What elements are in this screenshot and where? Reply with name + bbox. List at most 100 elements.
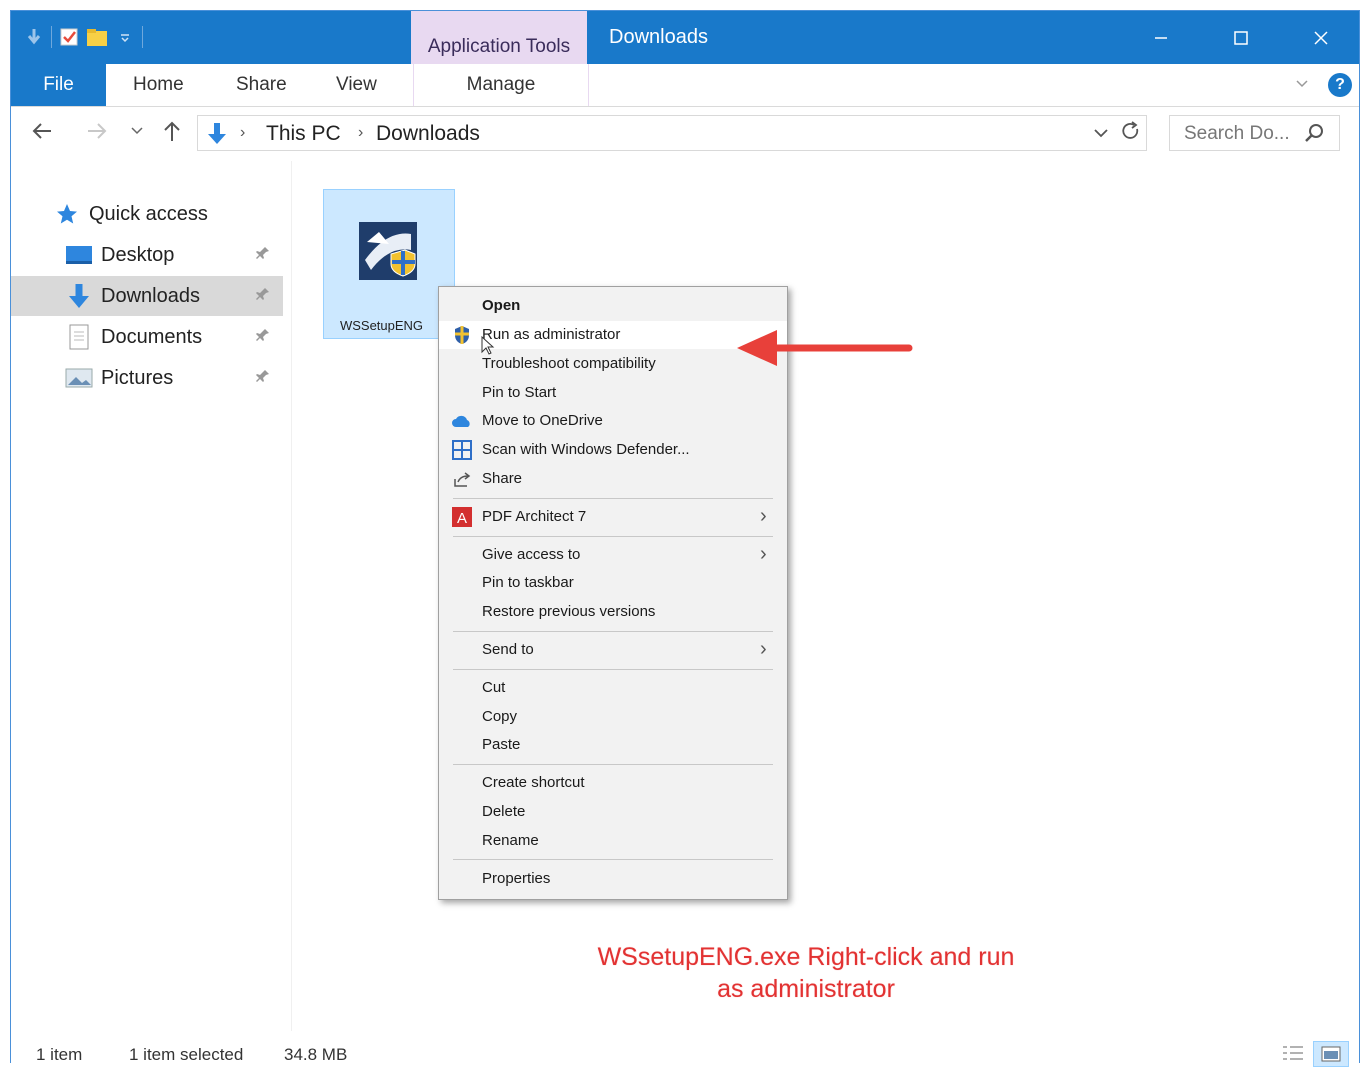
- quick-access-toolbar: [23, 22, 143, 52]
- submenu-chevron-icon: ›: [760, 638, 767, 660]
- menu-item-open[interactable]: Open: [439, 292, 787, 320]
- menu-item-label: Open: [482, 297, 521, 314]
- breadcrumb-downloads[interactable]: Downloads: [376, 122, 480, 146]
- pin-icon[interactable]: [255, 286, 271, 307]
- menu-item-share[interactable]: Share: [439, 465, 787, 493]
- menu-item-copy[interactable]: Copy: [439, 703, 787, 731]
- file-item[interactable]: WSSetupENG: [323, 189, 455, 339]
- search-placeholder: Search Do...: [1184, 123, 1290, 144]
- search-field[interactable]: Search Do...: [1169, 115, 1340, 151]
- properties-icon[interactable]: [23, 26, 45, 48]
- download-icon: [65, 282, 93, 310]
- breadcrumb-chevron-icon[interactable]: ›: [240, 124, 245, 142]
- setup-app-icon: [357, 220, 419, 282]
- download-arrow-icon: [204, 121, 230, 147]
- menu-item-delete[interactable]: Delete: [439, 798, 787, 826]
- explorer-window: Application Tools Downloads File Home Sh…: [10, 10, 1360, 1067]
- sidebar-item-label: Quick access: [89, 202, 208, 225]
- pane-divider[interactable]: [291, 161, 292, 1031]
- menu-item-label: Delete: [482, 803, 526, 820]
- menu-item-restore-previous-versions[interactable]: Restore previous versions: [439, 598, 787, 626]
- menu-item-properties[interactable]: Properties: [439, 865, 787, 893]
- selection-count: 1 item selected: [129, 1045, 244, 1064]
- close-icon: [1314, 30, 1328, 45]
- sidebar-item-downloads[interactable]: Downloads: [11, 276, 283, 316]
- close-button[interactable]: [1281, 11, 1361, 64]
- menu-item-label: Restore previous versions: [482, 603, 656, 620]
- pin-icon[interactable]: [255, 327, 271, 348]
- help-icon[interactable]: ?: [1328, 73, 1352, 97]
- back-arrow-icon[interactable]: [31, 120, 53, 149]
- large-icons-view-icon[interactable]: [1313, 1041, 1349, 1067]
- file-name: WSSetupENG: [339, 318, 424, 333]
- tab-manage[interactable]: Manage: [413, 64, 589, 106]
- menu-item-label: Rename: [482, 832, 539, 849]
- tab-view[interactable]: View: [336, 64, 377, 106]
- status-bar: 1 item 1 item selected 34.8 MB: [11, 1041, 1359, 1067]
- sidebar-item-documents[interactable]: Documents: [11, 317, 283, 357]
- menu-item-create-shortcut[interactable]: Create shortcut: [439, 769, 787, 797]
- refresh-icon[interactable]: [1120, 120, 1142, 150]
- recent-locations-chevron-icon[interactable]: [131, 125, 143, 139]
- tab-file[interactable]: File: [11, 64, 106, 106]
- breadcrumb-chevron-icon[interactable]: ›: [358, 124, 363, 142]
- menu-item-paste[interactable]: Paste: [439, 731, 787, 759]
- menu-item-cut[interactable]: Cut: [439, 674, 787, 702]
- sidebar-item-quick-access[interactable]: Quick access: [53, 194, 325, 234]
- menu-item-label: Copy: [482, 708, 518, 725]
- address-dropdown-chevron-icon[interactable]: [1094, 125, 1108, 142]
- menu-item-pdf-architect[interactable]: A PDF Architect 7 ›: [439, 503, 787, 531]
- uac-shield-icon: [451, 324, 473, 346]
- new-folder-icon[interactable]: [86, 26, 108, 48]
- menu-item-pin-to-start[interactable]: Pin to Start: [439, 379, 787, 407]
- menu-item-label: Send to: [482, 641, 534, 658]
- tab-share[interactable]: Share: [236, 64, 287, 106]
- menu-item-move-to-onedrive[interactable]: Move to OneDrive: [439, 407, 787, 435]
- submenu-chevron-icon: ›: [760, 543, 767, 565]
- title-bar: Application Tools Downloads: [11, 11, 1359, 64]
- minimize-button[interactable]: [1121, 11, 1201, 64]
- menu-item-label: Share: [482, 470, 523, 487]
- share-icon: [451, 468, 473, 490]
- tab-home[interactable]: Home: [133, 64, 184, 106]
- menu-item-label: Give access to: [482, 546, 581, 563]
- selection-size: 34.8 MB: [284, 1045, 348, 1064]
- menu-item-label: Scan with Windows Defender...: [482, 441, 690, 458]
- contextual-tab-application-tools[interactable]: Application Tools: [411, 11, 587, 64]
- maximize-icon: [1234, 30, 1248, 45]
- submenu-chevron-icon: ›: [760, 505, 767, 527]
- address-bar[interactable]: › This PC › Downloads: [197, 115, 1147, 151]
- pin-icon[interactable]: [255, 245, 271, 266]
- search-icon[interactable]: [1302, 121, 1326, 150]
- customize-chevron-icon[interactable]: [114, 26, 136, 48]
- sidebar-item-label: Desktop: [101, 243, 175, 266]
- menu-item-label: Create shortcut: [482, 774, 585, 791]
- minimize-icon: [1155, 36, 1167, 39]
- forward-arrow-icon[interactable]: [86, 120, 108, 149]
- sidebar-item-pictures[interactable]: Pictures: [11, 358, 283, 398]
- desktop-icon: [65, 241, 93, 269]
- sidebar-item-desktop[interactable]: Desktop: [11, 235, 283, 275]
- menu-item-give-access-to[interactable]: Give access to ›: [439, 541, 787, 569]
- pin-icon[interactable]: [255, 368, 271, 389]
- menu-item-label: Run as administrator: [482, 326, 621, 343]
- up-arrow-icon[interactable]: [161, 119, 183, 150]
- breadcrumb-this-pc[interactable]: This PC: [266, 122, 341, 146]
- expand-ribbon-chevron-icon[interactable]: [1296, 76, 1308, 92]
- menu-item-pin-to-taskbar[interactable]: Pin to taskbar: [439, 569, 787, 597]
- menu-separator: [453, 498, 773, 499]
- menu-item-label: Cut: [482, 679, 506, 696]
- menu-item-scan-with-windows-defender[interactable]: Scan with Windows Defender...: [439, 436, 787, 464]
- annotation-arrow-icon: [737, 330, 913, 366]
- mouse-cursor-icon: [481, 336, 495, 355]
- details-view-icon[interactable]: [1281, 1043, 1307, 1065]
- maximize-button[interactable]: [1201, 11, 1281, 64]
- checkmark-icon[interactable]: [58, 26, 80, 48]
- menu-item-send-to[interactable]: Send to ›: [439, 636, 787, 664]
- menu-item-label: Troubleshoot compatibility: [482, 355, 656, 372]
- annotation-line-2: as administrator: [717, 975, 895, 1003]
- sidebar-item-label: Pictures: [101, 366, 174, 389]
- menu-item-rename[interactable]: Rename: [439, 827, 787, 855]
- ribbon-tabs: File Home Share View Manage ?: [11, 64, 1359, 107]
- sidebar-item-label: Downloads: [101, 284, 200, 307]
